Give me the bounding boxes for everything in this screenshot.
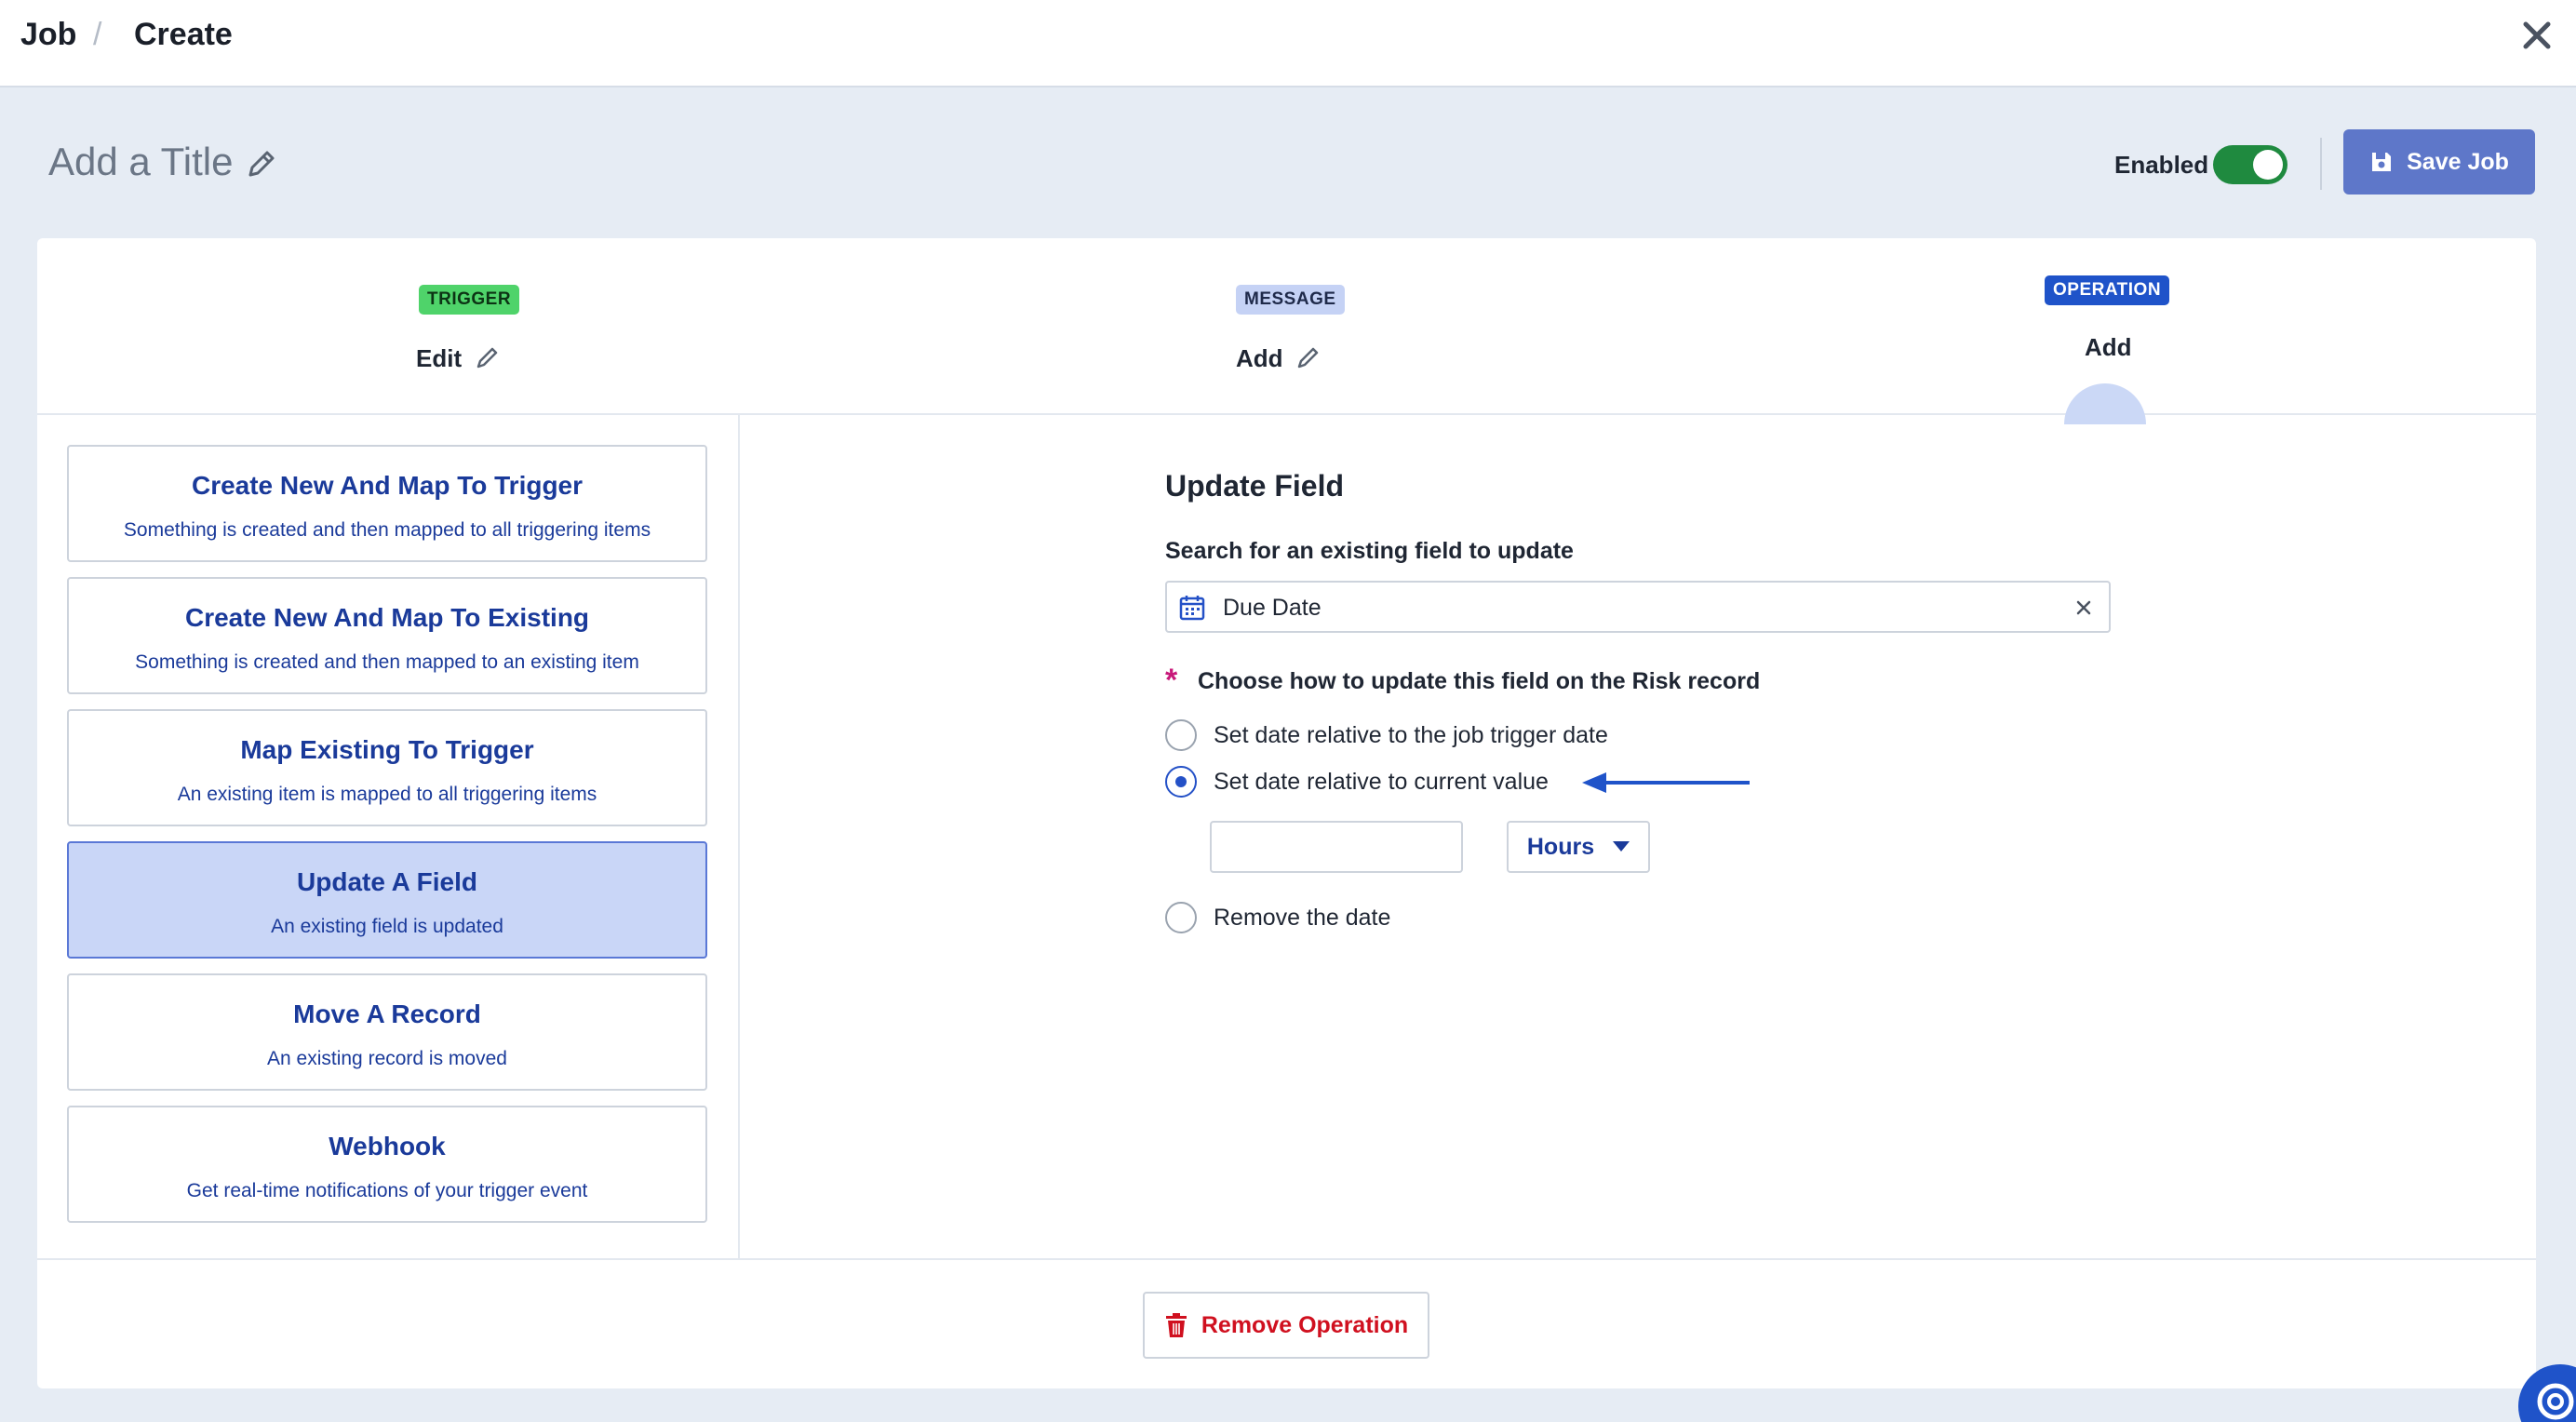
save-job-button[interactable]: Save Job	[2343, 129, 2535, 195]
field-search-input[interactable]: Due Date	[1165, 581, 2111, 633]
radio-button[interactable]	[1165, 719, 1197, 751]
pencil-icon[interactable]	[1295, 344, 1322, 370]
arrow-left-icon	[1582, 772, 1750, 793]
operation-option[interactable]: Move A Record An existing record is move…	[67, 973, 707, 1091]
remove-operation-label: Remove Operation	[1201, 1311, 1409, 1338]
radio-button-checked[interactable]	[1165, 766, 1197, 798]
caret-down-icon	[1613, 841, 1630, 852]
trash-icon	[1165, 1313, 1187, 1337]
operation-option[interactable]: Webhook Get real-time notifications of y…	[67, 1106, 707, 1223]
operation-option-title: Update A Field	[297, 867, 477, 896]
operation-option-title: Create New And Map To Trigger	[191, 471, 584, 500]
operation-step-add[interactable]: Add	[2085, 333, 2132, 362]
breadcrumb-current: Create	[134, 17, 233, 52]
breadcrumb-separator: /	[93, 17, 102, 52]
operation-option[interactable]: Map Existing To Trigger An existing item…	[67, 709, 707, 826]
operation-option-title: Move A Record	[293, 999, 481, 1028]
calendar-icon	[1179, 596, 1205, 621]
unit-select-value: Hours	[1526, 833, 1595, 860]
close-icon[interactable]	[2518, 17, 2556, 54]
enabled-label: Enabled	[2114, 151, 2209, 179]
search-value: Due Date	[1223, 595, 1322, 621]
save-job-label: Save Job	[2407, 148, 2509, 175]
unit-select[interactable]: Hours	[1507, 821, 1650, 873]
help-icon	[2537, 1383, 2574, 1420]
radio-relative-current-value[interactable]: Set date relative to current value	[1165, 765, 1549, 798]
message-step-add[interactable]: Add	[1236, 344, 1283, 373]
clear-icon[interactable]	[2073, 597, 2094, 618]
radio-label: Set date relative to the job trigger dat…	[1214, 721, 1608, 748]
amount-input[interactable]	[1210, 821, 1463, 873]
radio-button[interactable]	[1165, 902, 1197, 933]
pencil-icon[interactable]	[245, 147, 278, 181]
required-asterisk: *	[1165, 663, 1178, 698]
save-icon	[2372, 153, 2392, 171]
operation-option-desc: Something is created and then mapped to …	[123, 519, 651, 541]
radio-label: Set date relative to current value	[1214, 768, 1549, 795]
operation-option[interactable]: Create New And Map To Trigger Something …	[67, 445, 707, 562]
enabled-toggle[interactable]	[2213, 145, 2288, 184]
job-title[interactable]: Add a Title	[48, 140, 233, 184]
trigger-step-edit[interactable]: Edit	[416, 344, 462, 373]
operation-option-title: Create New And Map To Existing	[184, 603, 590, 632]
radio-remove-date[interactable]: Remove the date	[1165, 901, 1390, 934]
operation-option-title: Webhook	[329, 1132, 446, 1160]
remove-operation-button[interactable]: Remove Operation	[1143, 1292, 1429, 1359]
pencil-icon[interactable]	[475, 344, 501, 370]
update-method-label: Choose how to update this field on the R…	[1198, 668, 1761, 694]
steps-row: TRIGGER Edit MESSAGE Add OPERATION Add	[37, 238, 2536, 424]
operation-option-desc: An existing field is updated	[271, 916, 503, 937]
radio-label: Remove the date	[1214, 904, 1391, 931]
operation-type-list: Create New And Map To Trigger Something …	[37, 415, 740, 1258]
operation-option-desc: Something is created and then mapped to …	[135, 651, 639, 673]
operation-option-selected[interactable]: Update A Field An existing field is upda…	[67, 841, 707, 959]
operation-option[interactable]: Create New And Map To Existing Something…	[67, 577, 707, 694]
section-title: Update Field	[1165, 469, 1345, 503]
toggle-knob	[2253, 150, 2283, 180]
card-footer: Remove Operation	[37, 1258, 2536, 1388]
search-field-label: Search for an existing field to update	[1165, 538, 1574, 564]
top-bar: Job / Create	[0, 0, 2576, 87]
operation-badge: OPERATION	[2045, 275, 2170, 305]
divider	[2320, 138, 2322, 190]
radio-relative-trigger-date[interactable]: Set date relative to the job trigger dat…	[1165, 718, 1608, 752]
operation-option-desc: Get real-time notifications of your trig…	[186, 1180, 588, 1201]
breadcrumb-root[interactable]: Job	[20, 17, 76, 53]
trigger-badge: TRIGGER	[419, 285, 520, 315]
operation-option-desc: An existing item is mapped to all trigge…	[177, 784, 597, 805]
operation-option-title: Map Existing To Trigger	[240, 735, 534, 764]
message-badge: MESSAGE	[1236, 285, 1345, 315]
job-editor-card: TRIGGER Edit MESSAGE Add OPERATION Add C…	[37, 238, 2536, 1388]
update-field-form: Update Field Search for an existing fiel…	[742, 415, 2536, 1258]
operation-option-desc: An existing record is moved	[267, 1048, 507, 1069]
